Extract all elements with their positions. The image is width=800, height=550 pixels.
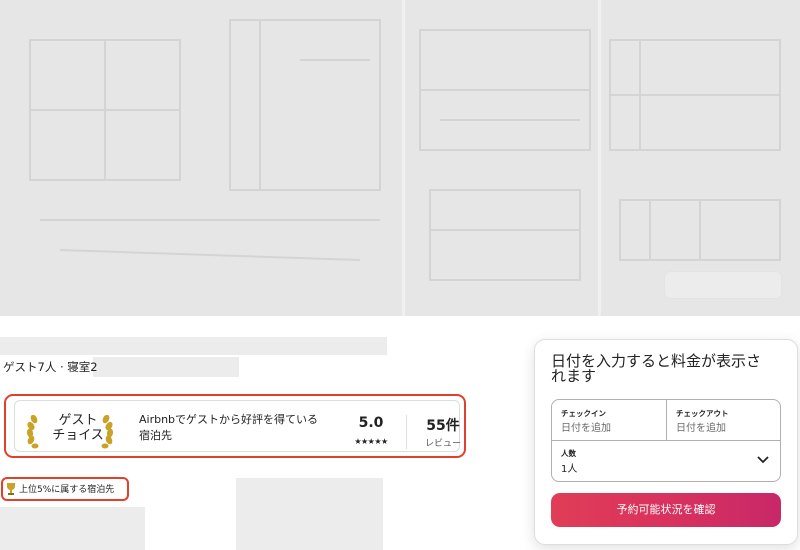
guest-favorite-badge: ゲスト チョイス [49,413,107,443]
date-guest-picker: チェックイン 日付を追加 チェックアウト 日付を追加 人数 1人 [551,399,781,482]
review-count[interactable]: 55件 [419,415,467,435]
laurel-icon [26,415,39,449]
guests-selector[interactable]: 人数 1人 [552,441,780,481]
badge-line-1: ゲスト [58,413,98,428]
photo-gallery-image [29,19,781,281]
details-placeholder [93,357,239,377]
rating-value: 5.0 [358,415,384,431]
rating-stars: ★★★★★ [354,437,388,446]
guest-favorite-inner: ゲスト チョイス Airbnbでゲストから好評を得ている宿泊先 5.0 ★★★★… [14,400,461,452]
photo-gallery[interactable] [0,0,800,316]
top-percent-badge: 上位5%に属する宿泊先 [1,477,129,501]
photo-divider [598,0,601,316]
photo-divider [402,0,405,316]
checkout-value: 日付を追加 [676,423,726,434]
checkout-label: チェックアウト [676,409,729,418]
checkin-field[interactable]: チェックイン 日付を追加 [552,400,666,440]
trophy-icon [7,483,15,495]
checkout-field[interactable]: チェックアウト 日付を追加 [667,400,780,440]
review-label[interactable]: レビュー [419,436,467,449]
booking-title: 日付を入力すると料金が表示されます [551,352,762,385]
show-all-photos-button[interactable] [664,271,782,299]
check-availability-button[interactable]: 予約可能状況を確認 [551,493,781,527]
checkin-value: 日付を追加 [561,423,611,434]
guests-value: 1人 [561,464,578,475]
content-placeholder [236,478,383,550]
listing-subtitle: ゲスト7人 · 寝室2 [3,360,98,374]
badge-line-2: チョイス [52,428,104,443]
booking-card: 日付を入力すると料金が表示されます チェックイン 日付を追加 チェックアウト 日… [534,339,798,545]
content-placeholder [0,507,145,550]
top-percent-label: 上位5%に属する宿泊先 [19,485,115,495]
title-placeholder [0,337,387,355]
guest-favorite-description: Airbnbでゲストから好評を得ている宿泊先 [139,413,319,442]
chevron-down-icon[interactable] [757,456,769,464]
guest-favorite-card[interactable]: ゲスト チョイス Airbnbでゲストから好評を得ている宿泊先 5.0 ★★★★… [4,394,466,458]
checkin-label: チェックイン [561,409,606,418]
divider [406,415,407,449]
laurel-icon [101,415,114,449]
guests-label: 人数 [561,449,576,458]
